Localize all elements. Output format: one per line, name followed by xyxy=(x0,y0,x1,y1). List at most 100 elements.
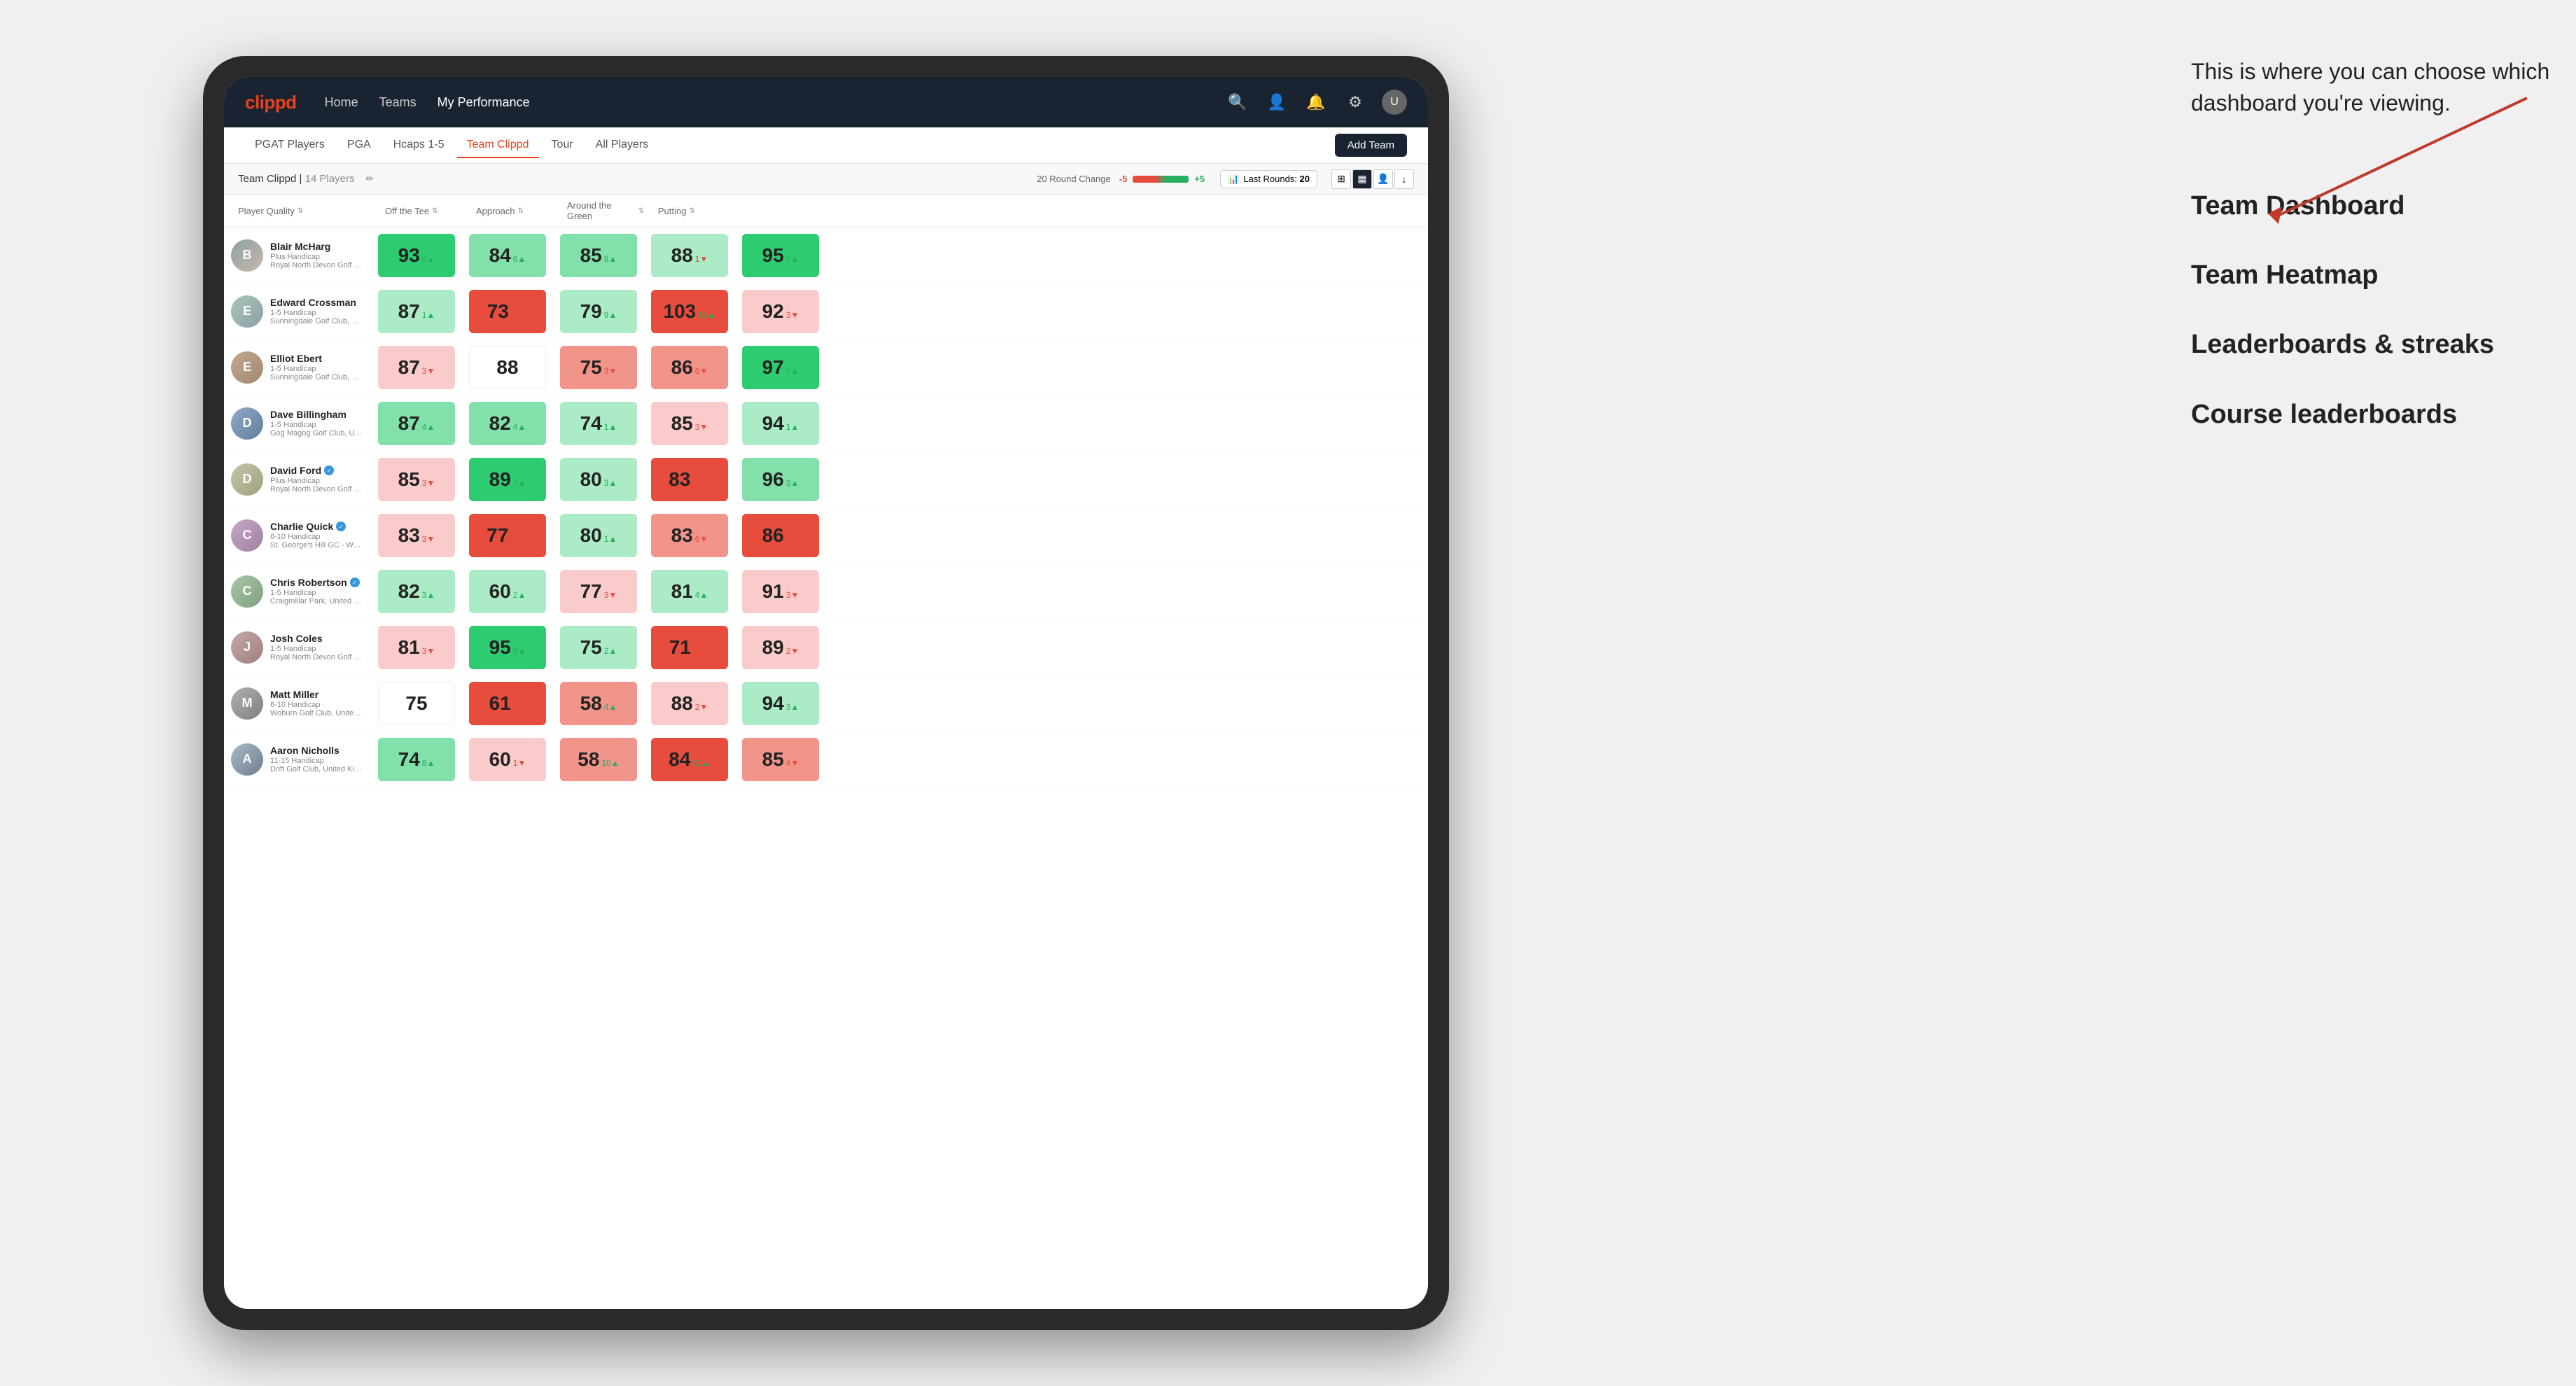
score-main-value: 73 xyxy=(487,300,509,323)
col-around-green[interactable]: Around the Green ⇅ xyxy=(560,195,651,227)
score-change: 21▲ xyxy=(692,758,710,768)
score-content: 866▼ xyxy=(671,356,708,379)
score-cell-5-4: 868▼ xyxy=(735,507,826,563)
col-approach[interactable]: Approach ⇅ xyxy=(469,195,560,227)
col-player-quality[interactable]: Player Quality ⇅ xyxy=(231,195,378,227)
score-cell-5-1: 7714▼ xyxy=(462,507,553,563)
score-main-value: 95 xyxy=(762,244,784,267)
table-row[interactable]: CChris Robertson✓1-5 HandicapCraigmillar… xyxy=(224,564,1428,620)
score-change: 14▼ xyxy=(510,534,528,544)
col-label-approach: Approach xyxy=(476,206,515,216)
annotation-area: This is where you can choose which dashb… xyxy=(2191,56,2555,467)
edit-icon[interactable]: ✏ xyxy=(365,173,374,185)
table-row[interactable]: EEdward Crossman1-5 HandicapSunningdale … xyxy=(224,284,1428,340)
nav-link-home[interactable]: Home xyxy=(325,92,358,113)
score-main-value: 87 xyxy=(398,300,420,323)
score-box: 75 xyxy=(378,682,455,725)
score-box: 833▼ xyxy=(378,514,455,557)
score-main-value: 82 xyxy=(489,412,511,435)
player-details: Josh Coles1-5 HandicapRoyal North Devon … xyxy=(270,633,364,662)
table-row[interactable]: BBlair McHargPlus HandicapRoyal North De… xyxy=(224,227,1428,284)
settings-icon[interactable]: ⚙ xyxy=(1343,90,1368,115)
table-row[interactable]: DDavid Ford✓Plus HandicapRoyal North Dev… xyxy=(224,451,1428,507)
add-team-button[interactable]: Add Team xyxy=(1335,134,1407,157)
score-change: 8▼ xyxy=(786,534,799,544)
top-nav: clippd Home Teams My Performance 🔍 👤 🔔 ⚙… xyxy=(224,77,1428,127)
search-icon[interactable]: 🔍 xyxy=(1225,90,1250,115)
score-box: 801▲ xyxy=(560,514,637,557)
score-change: 2▼ xyxy=(786,646,799,656)
score-change: 3▼ xyxy=(422,478,435,488)
score-content: 853▼ xyxy=(671,412,708,435)
col-label-player-quality: Player Quality xyxy=(238,206,295,216)
subnav-tour[interactable]: Tour xyxy=(542,133,583,158)
score-cell-4-2: 803▲ xyxy=(553,451,644,507)
score-box: 975▲ xyxy=(742,346,819,389)
score-cell-5-2: 801▲ xyxy=(553,507,644,563)
player-name: Chris Robertson xyxy=(270,577,347,588)
round-change-bar: -5 +5 xyxy=(1119,174,1205,184)
player-club: Royal North Devon Golf Club, United King… xyxy=(270,485,364,493)
score-box: 10315▲ xyxy=(651,290,728,333)
avatar[interactable]: U xyxy=(1382,90,1407,115)
view-table-btn[interactable]: ▦ xyxy=(1352,169,1372,189)
nav-link-teams[interactable]: Teams xyxy=(379,92,416,113)
score-change: 6▲ xyxy=(513,254,526,264)
score-main-value: 60 xyxy=(489,580,511,603)
score-change: 3▼ xyxy=(786,310,799,320)
view-grid-btn[interactable]: ⊞ xyxy=(1331,169,1351,189)
score-main-value: 83 xyxy=(671,524,693,547)
score-cell-0-4: 959▲ xyxy=(735,227,826,283)
score-main-value: 94 xyxy=(762,692,784,715)
view-download-btn[interactable]: ↓ xyxy=(1394,169,1414,189)
table-row[interactable]: DDave Billingham1-5 HandicapGog Magog Go… xyxy=(224,396,1428,451)
score-content: 871▲ xyxy=(398,300,435,323)
score-cell-7-4: 892▼ xyxy=(735,620,826,675)
score-change: 3▼ xyxy=(604,366,617,376)
score-main-value: 92 xyxy=(762,300,784,323)
table-row[interactable]: JJosh Coles1-5 HandicapRoyal North Devon… xyxy=(224,620,1428,676)
player-info-0: BBlair McHargPlus HandicapRoyal North De… xyxy=(224,232,371,279)
score-main-value: 60 xyxy=(489,748,511,771)
score-box: 874▲ xyxy=(378,402,455,445)
table-row[interactable]: MMatt Miller6-10 HandicapWoburn Golf Clu… xyxy=(224,676,1428,732)
col-putting[interactable]: Putting ⇅ xyxy=(651,195,742,227)
score-main-value: 93 xyxy=(398,244,420,267)
score-content: 7111▼ xyxy=(669,636,710,659)
avatar: C xyxy=(231,575,263,608)
score-cell-6-0: 823▲ xyxy=(371,564,462,619)
score-content: 584▲ xyxy=(580,692,617,715)
table-row[interactable]: CCharlie Quick✓6-10 HandicapSt. George's… xyxy=(224,507,1428,564)
player-info-7: JJosh Coles1-5 HandicapRoyal North Devon… xyxy=(224,624,371,671)
score-main-value: 81 xyxy=(671,580,693,603)
score-cell-6-4: 913▼ xyxy=(735,564,826,619)
score-change: 1▲ xyxy=(604,422,617,432)
score-change: 2▲ xyxy=(513,590,526,600)
player-name: Charlie Quick xyxy=(270,521,333,532)
nav-link-my-performance[interactable]: My Performance xyxy=(438,92,530,113)
subnav-pga[interactable]: PGA xyxy=(337,133,381,158)
subnav-hcaps[interactable]: Hcaps 1-5 xyxy=(384,133,454,158)
score-content: 75 xyxy=(405,692,427,715)
subnav-all-players[interactable]: All Players xyxy=(586,133,659,158)
table-row[interactable]: EElliot Ebert1-5 HandicapSunningdale Gol… xyxy=(224,340,1428,396)
score-content: 88 xyxy=(496,356,518,379)
score-main-value: 86 xyxy=(671,356,693,379)
player-name: Josh Coles xyxy=(270,633,323,644)
col-off-tee[interactable]: Off the Tee ⇅ xyxy=(378,195,469,227)
subnav-team-clippd[interactable]: Team Clippd xyxy=(457,133,539,158)
sort-icon-off-tee: ⇅ xyxy=(432,207,438,215)
subnav-pgat[interactable]: PGAT Players xyxy=(245,133,335,158)
last-rounds-selector[interactable]: 📊 Last Rounds: 20 xyxy=(1220,170,1317,188)
table-row[interactable]: AAaron Nicholls11-15 HandicapDrift Golf … xyxy=(224,732,1428,788)
person-icon[interactable]: 👤 xyxy=(1264,90,1289,115)
view-person-btn[interactable]: 👤 xyxy=(1373,169,1393,189)
score-box: 913▼ xyxy=(742,570,819,613)
score-cell-6-3: 814▲ xyxy=(644,564,735,619)
score-cell-6-2: 773▼ xyxy=(553,564,644,619)
score-main-value: 97 xyxy=(762,356,784,379)
score-content: 752▲ xyxy=(580,636,617,659)
bell-icon[interactable]: 🔔 xyxy=(1303,90,1329,115)
score-box: 959▲ xyxy=(742,234,819,277)
score-box: 584▲ xyxy=(560,682,637,725)
